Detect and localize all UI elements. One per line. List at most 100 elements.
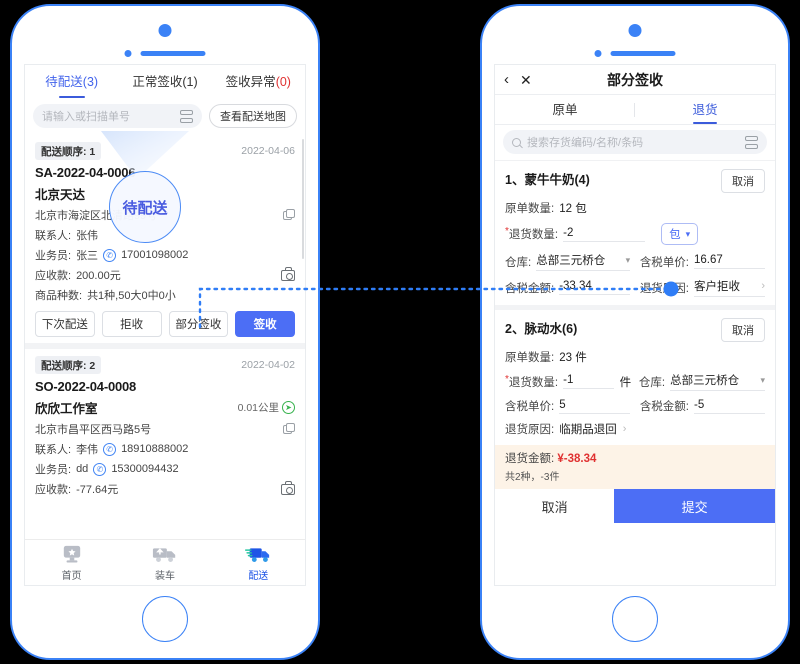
screenshot-stage: 待配送(3) 正常签收(1) 签收异常(0) 请输入或扫描单号 查看配送地图 配… — [0, 0, 800, 664]
contact-name: 李伟 — [76, 444, 99, 456]
contact-label: 联系人: — [35, 444, 72, 456]
home-star-icon — [25, 544, 118, 566]
delivery-status-tabs: 待配送(3) 正常签收(1) 签收异常(0) — [25, 65, 305, 99]
order-action-buttons: 下次配送 拒收 部分签收 签收 — [35, 311, 295, 337]
return-reason-value: 客户拒收 — [694, 281, 741, 293]
sidebar-item-delivery-label: 配送 — [248, 570, 269, 582]
sensor-dot-icon — [124, 50, 132, 57]
goods-kinds-value: 共1种,50大0中0小 — [87, 290, 176, 302]
tab-pending-delivery[interactable]: 待配送(3) — [25, 65, 118, 99]
sidebar-item-delivery[interactable]: 配送 — [212, 544, 305, 582]
original-qty-value: 23 件 — [559, 352, 587, 364]
warehouse-select[interactable]: 总部三元桥仓 ▾ — [670, 372, 766, 391]
unit-select-value: 包 — [669, 229, 681, 241]
receivable-row: 应收款: 200.00元 — [35, 267, 295, 283]
phone-call-icon[interactable]: ✆ — [103, 248, 117, 262]
right-phone-screen: ‹ ✕ 部分签收 原单 退货 搜索存货编码/名称/条码 1、蒙牛牛奶(4) 取消… — [494, 64, 776, 586]
customer-name-row: 欣欣工作室 0.01公里 ➤ — [35, 398, 295, 417]
goods-kinds-label: 商品种数: — [35, 290, 83, 302]
home-button[interactable] — [142, 596, 188, 642]
delivery-sequence-badge: 配送顺序: 1 — [35, 142, 102, 160]
sidebar-item-loading[interactable]: 装车 — [118, 544, 211, 582]
distance-value: 0.01公里 — [237, 402, 279, 414]
item-cancel-button[interactable]: 取消 — [721, 169, 765, 193]
tab-sign-exception[interactable]: 签收异常(0) — [212, 65, 305, 99]
scan-barcode-icon[interactable] — [180, 109, 193, 123]
navigate-icon[interactable]: ➤ — [282, 401, 295, 414]
footer-actions: 取消 提交 — [495, 489, 775, 523]
delivery-sequence-badge: 配送顺序: 2 — [35, 356, 102, 374]
return-qty-input[interactable]: -2 — [563, 226, 646, 242]
tax-amount-label: 含税金额: — [505, 282, 555, 295]
order-card[interactable]: 配送顺序: 2 2022-04-02 SO-2022-04-0008 欣欣工作室… — [25, 349, 305, 503]
tab-return-goods-label: 退货 — [692, 103, 718, 117]
receivable-row: 应收款: -77.64元 — [35, 481, 295, 497]
tax-price-input[interactable]: 16.67 — [694, 254, 765, 269]
scan-barcode-icon[interactable] — [745, 135, 758, 149]
warehouse-group[interactable]: 仓库: 总部三元桥仓 ▾ — [505, 252, 631, 271]
return-item-name: 1、蒙牛牛奶(4) — [505, 173, 590, 187]
delivery-sequence-label: 配送顺序: — [41, 145, 87, 158]
return-item-header: 1、蒙牛牛奶(4) 取消 — [505, 169, 765, 193]
tax-amount-group: 含税金额: -33.34 — [505, 280, 631, 296]
tax-price-value: 5 — [559, 398, 566, 411]
return-total-detail: 共2种，-3件 — [505, 472, 560, 483]
front-camera-icon — [158, 24, 172, 37]
camera-icon[interactable] — [281, 481, 295, 495]
phone-call-icon[interactable]: ✆ — [103, 442, 117, 456]
return-reason-row[interactable]: 退货原因: 临期品退回 › — [505, 421, 765, 437]
goods-kinds-group: 商品种数: 共1种,50大0中0小 — [35, 287, 176, 303]
customer-name: 欣欣工作室 — [35, 402, 98, 416]
original-qty-label: 原单数量: — [505, 352, 555, 364]
receivable-value: 200.00元 — [76, 270, 121, 282]
tab-normal-signed[interactable]: 正常签收(1) — [118, 65, 211, 99]
cancel-button[interactable]: 取消 — [495, 489, 615, 523]
tab-return-goods[interactable]: 退货 — [635, 95, 775, 124]
item-cancel-button[interactable]: 取消 — [721, 318, 765, 342]
sidebar-item-home[interactable]: 首页 — [25, 544, 118, 582]
tax-price-input[interactable]: 5 — [559, 398, 631, 414]
next-delivery-button[interactable]: 下次配送 — [35, 311, 95, 337]
warehouse-group[interactable]: 仓库: 总部三元桥仓 ▾ — [639, 372, 766, 391]
return-total-label: 退货金额: — [505, 453, 555, 465]
return-reason-label: 退货原因: — [639, 282, 690, 295]
page-title: 部分签收 — [607, 71, 663, 88]
page-header: ‹ ✕ 部分签收 — [495, 65, 775, 95]
warehouse-select[interactable]: 总部三元桥仓 ▾ — [536, 252, 631, 271]
tab-pending-delivery-label: 待配送 — [45, 75, 83, 89]
view-delivery-map-button[interactable]: 查看配送地图 — [209, 104, 297, 128]
unit-select[interactable]: 包 ▾ — [661, 223, 699, 245]
copy-icon[interactable] — [283, 423, 295, 435]
phone-call-icon[interactable]: ✆ — [93, 462, 107, 476]
return-reason-group[interactable]: 退货原因: 客户拒收 › — [640, 278, 765, 297]
magnifier-label: 待配送 — [122, 199, 168, 217]
salesperson-group: 业务员: 张三 ✆ 17001098002 — [35, 247, 188, 263]
search-input[interactable]: 请输入或扫描单号 — [33, 104, 202, 128]
return-qty-input[interactable]: -1 — [563, 374, 614, 389]
warehouse-value: 总部三元桥仓 — [670, 375, 740, 387]
inventory-search-input[interactable]: 搜索存货编码/名称/条码 — [503, 130, 767, 154]
original-qty-value: 12 包 — [559, 203, 587, 215]
tax-amount-input[interactable]: -33.34 — [559, 280, 631, 295]
tax-amount-input[interactable]: -5 — [694, 399, 765, 414]
original-qty-row: 原单数量: 23 件 — [505, 349, 765, 365]
contact-phone: 18910888002 — [121, 443, 189, 455]
scrollbar[interactable] — [301, 139, 304, 259]
partial-sign-button[interactable]: 部分签收 — [168, 311, 229, 337]
return-item-card: 2、脉动水(6) 取消 原单数量: 23 件 退货数量: -1 件 仓库: — [495, 310, 775, 445]
return-qty-value: -2 — [563, 226, 574, 239]
contact-row: 联系人: 李伟 ✆ 18910888002 — [35, 441, 295, 457]
copy-icon[interactable] — [283, 209, 295, 221]
submit-button[interactable]: 提交 — [614, 489, 775, 523]
camera-icon[interactable] — [281, 267, 295, 281]
amount-reason-row: 含税金额: -33.34 退货原因: 客户拒收 › — [505, 278, 765, 297]
sign-button[interactable]: 签收 — [235, 311, 295, 337]
reject-button[interactable]: 拒收 — [101, 311, 162, 337]
tab-original-order[interactable]: 原单 — [495, 95, 635, 124]
tax-amount-value: -5 — [694, 398, 705, 411]
return-reason-select[interactable]: 客户拒收 › — [694, 278, 765, 297]
home-button[interactable] — [612, 596, 658, 642]
return-qty-value: -1 — [563, 374, 574, 386]
tab-pending-delivery-count: (3) — [82, 75, 99, 89]
left-phone-frame: 待配送(3) 正常签收(1) 签收异常(0) 请输入或扫描单号 查看配送地图 配… — [10, 4, 320, 660]
